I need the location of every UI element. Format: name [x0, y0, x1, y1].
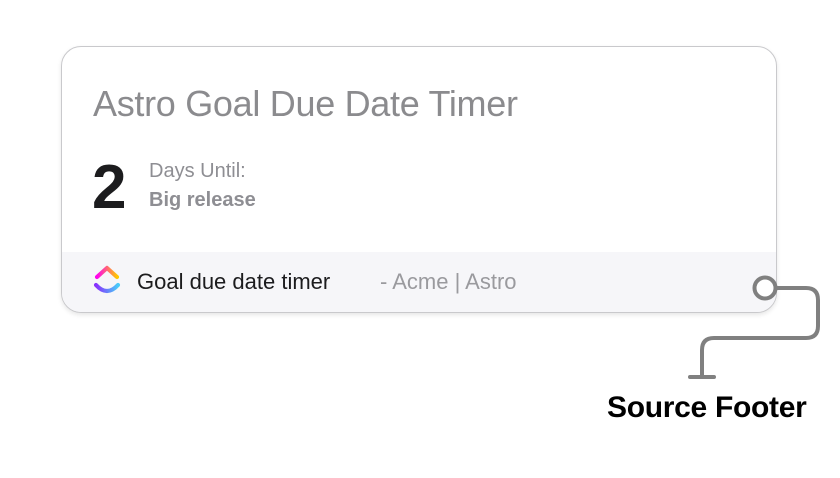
- goal-name: Big release: [149, 189, 256, 211]
- clickup-logo-icon: [93, 265, 121, 294]
- footer-source-text: - Acme | Astro: [380, 269, 517, 294]
- callout-label: Source Footer: [607, 391, 807, 424]
- days-until-label: Days Until:: [149, 160, 246, 182]
- widget-title: Astro Goal Due Date Timer: [93, 83, 518, 124]
- widget-card[interactable]: Astro Goal Due Date Timer 2 Days Until: …: [61, 46, 777, 313]
- days-count: 2: [92, 153, 127, 222]
- source-footer[interactable]: Goal due date timer - Acme | Astro: [62, 252, 776, 312]
- diagram-canvas: Astro Goal Due Date Timer 2 Days Until: …: [0, 0, 840, 478]
- footer-app-name: Goal due date timer: [137, 269, 331, 294]
